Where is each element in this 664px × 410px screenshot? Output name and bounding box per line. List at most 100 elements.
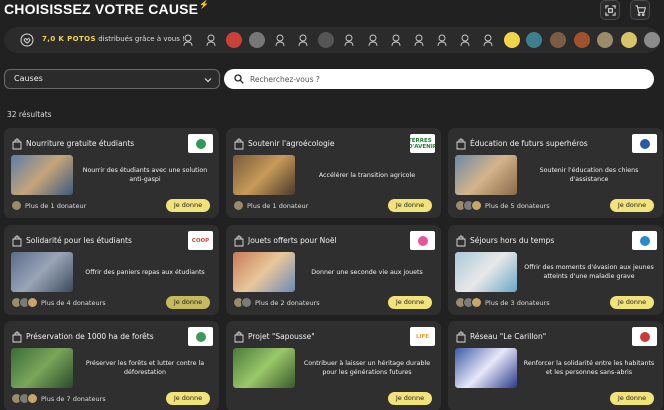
donor-avatar [241, 297, 252, 308]
donor-avatar [341, 32, 357, 48]
donor-count: Plus de 1 donateur [25, 202, 87, 210]
donor-avatar [27, 297, 38, 308]
donor-stat: 7,0 K POTOS distribués grâce à vous ! [42, 35, 185, 43]
donor-bar: 7,0 K POTOS distribués grâce à vous ! [4, 27, 660, 53]
donor-avatar [233, 200, 244, 211]
donor-count: Plus de 2 donateurs [255, 299, 320, 307]
donor-avatar [226, 32, 242, 48]
donor-count: Plus de 4 donateurs [41, 299, 106, 307]
results-count: 32 résultats [7, 110, 52, 119]
donor-avatar [388, 32, 404, 48]
cause-photo [11, 348, 73, 388]
give-button[interactable]: Je donne [166, 296, 210, 309]
donor-count: Plus de 3 donateurs [485, 299, 550, 307]
heart-hands-icon [20, 33, 34, 47]
cause-photo [233, 155, 295, 195]
cause-card[interactable]: Nourriture gratuite étudiants Nourrir de… [4, 128, 219, 218]
donor-avatar [203, 32, 219, 48]
expand-icon [604, 4, 616, 16]
donor-avatar [574, 32, 590, 48]
donor-avatar [621, 32, 637, 48]
card-description: Offrir des paniers repas aux étudiants [85, 268, 205, 276]
donor-avatar [457, 32, 473, 48]
partner-logo [632, 327, 657, 346]
donor-avatar [180, 32, 196, 48]
donor-avatar [318, 32, 334, 48]
cause-card[interactable]: Jouets offerts pour Noël Donner une seco… [226, 225, 441, 315]
card-description: Préserver les forêts et lutter contre la… [85, 360, 205, 376]
donor-avatar [411, 32, 427, 48]
card-description: Renforcer la solidarité entre les habita… [523, 360, 655, 376]
donor-avatar [471, 297, 482, 308]
sparkle-icon: ⚡ [199, 0, 210, 9]
partner-logo [632, 231, 657, 250]
donation-icon [234, 138, 244, 150]
chevron-down-icon [204, 78, 212, 83]
give-button[interactable]: Je donne [388, 199, 432, 212]
give-button[interactable]: Je donne [610, 296, 654, 309]
card-description: Nourrir des étudiants avec une solution … [82, 167, 208, 183]
search-icon [234, 74, 244, 84]
donation-icon [234, 331, 244, 343]
cause-card[interactable]: Préservation de 1000 ha de forêts Préser… [4, 321, 219, 410]
card-title: Projet "Sapousse" [248, 332, 315, 341]
donor-avatar [434, 32, 450, 48]
donor-avatar [550, 32, 566, 48]
donor-count: Plus de 5 donateurs [485, 202, 550, 210]
give-button[interactable]: Je donne [610, 392, 654, 405]
cause-photo [233, 252, 295, 292]
donor-avatar [526, 32, 542, 48]
give-button[interactable]: Je donne [610, 199, 654, 212]
donor-avatar [365, 32, 381, 48]
card-description: Donner une seconde vie aux jouets [311, 268, 423, 276]
card-title: Réseau "Le Carillon" [470, 332, 547, 341]
logo-mark [639, 138, 650, 149]
cause-card[interactable]: Projet "Sapousse" LIFE Contribuer à lais… [226, 321, 441, 410]
causes-select[interactable]: Causes [4, 69, 220, 89]
card-title: Nourriture gratuite étudiants [26, 139, 135, 148]
donor-avatar [504, 32, 520, 48]
give-button[interactable]: Je donne [388, 392, 432, 405]
expand-button[interactable] [600, 0, 620, 20]
partner-logo [632, 134, 657, 153]
logo-mark [417, 235, 428, 246]
donation-icon [12, 331, 22, 343]
donation-icon [456, 331, 466, 343]
card-description: Accélérer la transition agricole [318, 171, 416, 179]
logo-mark [195, 138, 206, 149]
logo-mark [195, 331, 206, 342]
donor-avatar [11, 200, 22, 211]
logo-mark [639, 235, 650, 246]
cause-photo [233, 348, 295, 388]
cause-card[interactable]: Solidarité pour les étudiants COOP Offri… [4, 225, 219, 315]
card-description: Contribuer à laisser un héritage durable… [303, 360, 431, 376]
give-button[interactable]: Je donne [388, 296, 432, 309]
cause-card[interactable]: Séjours hors du temps Offrir des moments… [448, 225, 663, 315]
page-title: CHOISISSEZ VOTRE CAUSE⚡ [4, 0, 210, 17]
card-title: Préservation de 1000 ha de forêts [26, 332, 154, 341]
search-box[interactable] [224, 69, 654, 89]
cause-card[interactable]: Réseau "Le Carillon" Renforcer la solida… [448, 321, 663, 410]
donor-avatar [480, 32, 496, 48]
partner-logo [188, 134, 213, 153]
donation-icon [456, 138, 466, 150]
donor-avatar [272, 32, 288, 48]
donor-avatar [644, 32, 660, 48]
donation-icon [12, 235, 22, 247]
cause-card[interactable]: Soutenir l'agroécologie TERRES D'AVENIR … [226, 128, 441, 218]
partner-logo [410, 231, 435, 250]
causes-select-label: Causes [14, 74, 43, 83]
give-button[interactable]: Je donne [166, 199, 210, 212]
donor-avatar [471, 200, 482, 211]
search-input[interactable] [250, 72, 640, 86]
donation-icon [234, 235, 244, 247]
give-button[interactable]: Je donne [166, 392, 210, 405]
cause-card[interactable]: Éducation de futurs superhéros Soutenir … [448, 128, 663, 218]
cart-button[interactable] [630, 0, 650, 20]
partner-logo: LIFE [410, 327, 435, 346]
donor-avatar [295, 32, 311, 48]
card-description: Offrir des moments d'évasion aux jeunes … [524, 264, 654, 280]
card-description: Soutenir l'éducation des chiens d'assist… [539, 167, 639, 183]
donor-count: Plus de 1 donateur [247, 202, 309, 210]
card-title: Éducation de futurs superhéros [470, 139, 588, 148]
